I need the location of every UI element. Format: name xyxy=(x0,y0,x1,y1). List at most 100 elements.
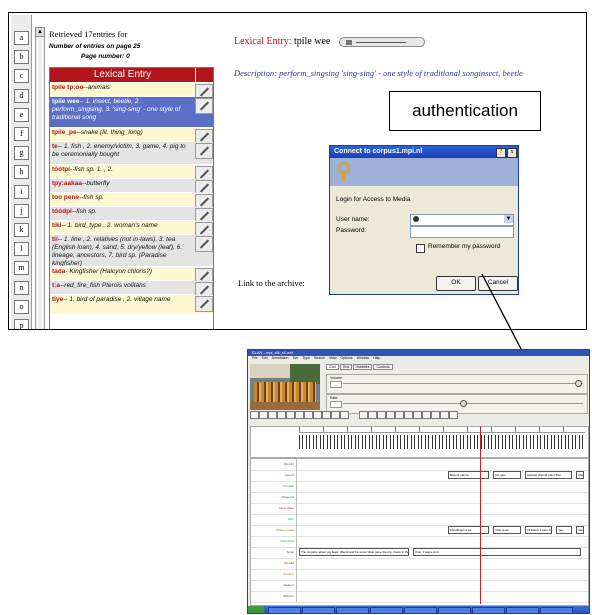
password-field[interactable] xyxy=(410,226,514,238)
annotation[interactable]: Wendtingiri a pa xyxy=(447,526,490,534)
rate-slider-knob[interactable] xyxy=(460,400,467,407)
menu-item-window[interactable]: Window xyxy=(357,356,369,360)
table-row[interactable]: tpy:aakaa--butterfly xyxy=(50,179,213,196)
volume-track[interactable] xyxy=(343,383,583,384)
alphabet-letter-c[interactable]: c xyxy=(14,69,29,84)
media-control-button[interactable] xyxy=(449,411,458,419)
waveform-viewer[interactable] xyxy=(250,426,589,458)
media-control-button[interactable] xyxy=(277,411,286,419)
table-row[interactable]: tpile_pe--snake (lit. thing_long) xyxy=(50,128,213,145)
media-control-button[interactable] xyxy=(322,411,331,419)
tier-name[interactable]: Palmer Linde xyxy=(251,525,297,536)
tab-subtitles[interactable]: Subtitles xyxy=(353,364,373,370)
tab-grid[interactable]: Grid xyxy=(326,364,339,370)
annotation[interactable]: kin sam xyxy=(493,471,521,479)
taskbar-button[interactable] xyxy=(268,607,301,613)
taskbar-button[interactable] xyxy=(438,607,471,613)
menu-item-edit[interactable]: Edit xyxy=(262,356,268,360)
tier-name[interactable]: Ftanki k xyxy=(251,569,297,580)
play-icon[interactable] xyxy=(346,40,352,45)
tier-name[interactable]: Wendi1 xyxy=(251,459,297,470)
tier-name[interactable]: Tenet xyxy=(251,547,297,558)
tier-name[interactable]: Tiber xyxy=(251,514,297,525)
alphabet-letter-o[interactable]: o xyxy=(14,299,29,314)
annotation[interactable]: Mwlan xyxy=(576,471,585,479)
annotation[interactable]: mi iltavre li pam ngile oba xyxy=(524,526,553,534)
taskbar-button[interactable] xyxy=(472,607,505,613)
alphabet-letter-h[interactable]: h xyxy=(14,165,29,180)
alphabet-letter-j[interactable]: j xyxy=(14,203,29,218)
help-button[interactable]: ? xyxy=(496,148,506,158)
close-button[interactable]: x xyxy=(507,148,517,158)
table-row[interactable]: tiki-- 1. bird_type , 2. woman's name xyxy=(50,221,213,238)
annotation[interactable]: Mtwei1 mama xyxy=(447,471,490,479)
taskbar-button[interactable] xyxy=(540,607,573,613)
alphabet-letter-p[interactable]: p xyxy=(14,319,29,329)
media-control-button[interactable] xyxy=(413,411,422,419)
tier-name[interactable]: Translati xyxy=(251,481,297,492)
tab-controls[interactable]: Controls xyxy=(373,364,393,370)
edit-pencil-icon[interactable] xyxy=(195,236,213,252)
alphabet-letter-g[interactable]: g xyxy=(14,146,29,161)
start-button[interactable] xyxy=(248,606,264,613)
table-row[interactable]: tii-- 1. line , 2. relatives (not in-law… xyxy=(50,235,213,266)
tier-name[interactable]: Sensi1 xyxy=(251,470,297,481)
alphabet-letter-n[interactable]: n xyxy=(14,280,29,295)
menu-item-file[interactable]: File xyxy=(252,356,258,360)
taskbar-button[interactable] xyxy=(506,607,539,613)
scroll-up-arrow[interactable]: ▲ xyxy=(35,27,45,37)
menu-item-view[interactable]: View xyxy=(329,356,337,360)
media-control-button[interactable] xyxy=(259,411,268,419)
table-row[interactable]: tada- Kingfisher (Halcyon chloris?) xyxy=(50,267,213,284)
tier-name[interactable]: Wendi2 xyxy=(251,558,297,569)
table-row[interactable]: t:a--red_fire_fish Pterois volitans xyxy=(50,281,213,298)
menu-item-options[interactable]: Options xyxy=(341,356,353,360)
media-control-button[interactable] xyxy=(440,411,449,419)
annotation[interactable]: Cha rs we xyxy=(493,526,521,534)
tier-name[interactable]: Interveline xyxy=(251,536,297,547)
alphabet-letter-a[interactable]: a xyxy=(14,31,29,45)
media-control-button[interactable] xyxy=(295,411,304,419)
menu-item-annotation[interactable]: Annotation xyxy=(272,356,289,360)
media-control-button[interactable] xyxy=(395,411,404,419)
tier-row[interactable]: Wahei k xyxy=(251,591,588,603)
alphabet-letter-e[interactable]: e xyxy=(14,107,29,122)
menu-item-type[interactable]: Type xyxy=(302,356,310,360)
playhead-cursor[interactable] xyxy=(480,426,481,604)
rate-field[interactable] xyxy=(330,401,342,408)
menu-item-search[interactable]: Search xyxy=(314,356,325,360)
volume-slider-knob[interactable] xyxy=(575,380,583,387)
tab-text[interactable]: Text xyxy=(339,364,353,370)
media-control-button[interactable] xyxy=(422,411,431,419)
media-control-button[interactable] xyxy=(377,411,386,419)
media-control-button[interactable] xyxy=(368,411,377,419)
media-control-button[interactable] xyxy=(286,411,295,419)
volume-field[interactable] xyxy=(330,381,342,388)
table-row[interactable]: tóódpi--fish sp. xyxy=(50,207,213,224)
remember-password-checkbox[interactable] xyxy=(416,244,425,253)
scrollbar[interactable] xyxy=(35,27,45,329)
username-field[interactable]: ▼ xyxy=(410,214,514,226)
audio-player[interactable] xyxy=(339,37,425,47)
media-control-button[interactable] xyxy=(340,411,349,419)
table-row[interactable]: te-- 1. fish , 2. enemy/victim, 3. game,… xyxy=(50,142,213,164)
alphabet-letter-b[interactable]: b xyxy=(14,50,29,65)
edit-pencil-icon[interactable] xyxy=(195,98,213,114)
alphabet-letter-f[interactable]: f xyxy=(14,127,29,141)
taskbar-button[interactable] xyxy=(302,607,335,613)
chevron-down-icon[interactable]: ▼ xyxy=(504,215,513,223)
media-control-button[interactable] xyxy=(404,411,413,419)
taskbar-button[interactable] xyxy=(336,607,369,613)
annotation[interactable]: The singsinc about pig feast: Wendi and … xyxy=(299,548,410,556)
media-control-button[interactable] xyxy=(268,411,277,419)
tier-name[interactable]: Jaime Wale xyxy=(251,503,297,514)
edit-pencil-icon[interactable] xyxy=(195,143,213,159)
menu-item-tier[interactable]: Tier xyxy=(292,356,298,360)
alphabet-letter-l[interactable]: l xyxy=(14,242,29,257)
tier-name[interactable]: Wetile k xyxy=(251,580,297,591)
alphabet-letter-d[interactable]: d xyxy=(14,88,29,103)
alphabet-letter-m[interactable]: m xyxy=(14,261,29,276)
annotation[interactable]: sarkwei Wend1 pam=Pen xyxy=(524,471,573,479)
media-control-button[interactable] xyxy=(386,411,395,419)
table-row[interactable]: tóótpi--fish sp. 1. , 2. xyxy=(50,165,213,182)
